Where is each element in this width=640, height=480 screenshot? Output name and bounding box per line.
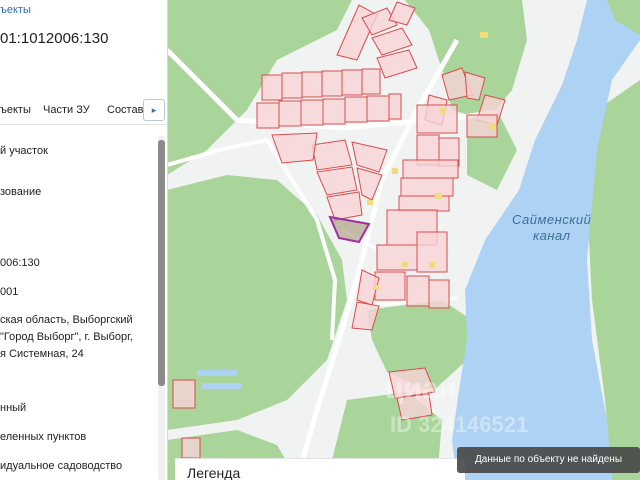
- parcel[interactable]: [376, 244, 418, 271]
- parcel[interactable]: [416, 104, 458, 134]
- field-object-kind: зование: [0, 186, 42, 198]
- parcel[interactable]: [261, 74, 283, 101]
- chevron-right-icon: ▸: [151, 105, 157, 115]
- building: [392, 168, 398, 174]
- parcel[interactable]: [374, 271, 406, 301]
- tabs-scroll-right-button[interactable]: ▸: [143, 99, 165, 121]
- notification-toast: Данные по объекту не найдены: [457, 447, 640, 473]
- parcel[interactable]: [406, 275, 430, 307]
- parcel[interactable]: [341, 69, 363, 96]
- parcel[interactable]: [311, 139, 353, 171]
- cadastral-map[interactable]: Сайменский канал циан ID 324146521: [167, 0, 640, 480]
- tab-objects[interactable]: ъекты: [0, 104, 31, 116]
- field-address: ская область, Выборгский "Город Выборг",…: [0, 312, 158, 363]
- field-object-type: й участок: [0, 145, 48, 157]
- field-cadastral-number: 006:130: [0, 257, 40, 269]
- address-line: ская область, Выборгский: [0, 314, 133, 326]
- parcel[interactable]: [344, 96, 368, 123]
- water-label-line: Сайменский: [512, 212, 592, 227]
- parcel[interactable]: [321, 70, 343, 97]
- pond: [197, 370, 237, 376]
- legend-button[interactable]: Легенда: [175, 458, 465, 480]
- parcel[interactable]: [278, 100, 302, 127]
- parcel[interactable]: [402, 159, 459, 179]
- water-label: Сайменский канал: [512, 212, 591, 244]
- address-line: я Системная, 24: [0, 348, 84, 360]
- address-line: "Город Выборг", г. Выборг,: [0, 331, 133, 343]
- parcel[interactable]: [172, 379, 196, 409]
- object-info-panel: ъекты 01:1012006:130 ъекты Части ЗУ Сост…: [0, 0, 168, 480]
- parcel[interactable]: [256, 102, 280, 129]
- legend-label: Легенда: [187, 465, 241, 480]
- building: [439, 108, 445, 113]
- parcel[interactable]: [281, 72, 303, 99]
- parcel[interactable]: [300, 99, 324, 126]
- parcel[interactable]: [181, 437, 201, 459]
- field-quarter: 001: [0, 286, 19, 298]
- watermark-logo: циан: [385, 372, 457, 405]
- parcel[interactable]: [388, 93, 402, 120]
- cadastral-number-title: 01:1012006:130: [0, 30, 109, 47]
- page: ъекты 01:1012006:130 ъекты Части ЗУ Сост…: [0, 0, 640, 480]
- parcel[interactable]: [428, 279, 450, 309]
- building: [367, 200, 373, 205]
- field-status: нный: [0, 402, 27, 414]
- field-permitted-use: идуальное садоводство: [0, 460, 123, 472]
- tab-parts[interactable]: Части ЗУ: [43, 104, 90, 116]
- building: [373, 285, 379, 290]
- watermark-id: ID 324146521: [390, 412, 529, 437]
- parcel[interactable]: [301, 71, 323, 98]
- parcel[interactable]: [366, 95, 390, 122]
- building: [429, 262, 435, 268]
- building: [489, 123, 495, 129]
- parcel[interactable]: [322, 98, 346, 125]
- building: [480, 32, 488, 38]
- pond: [202, 383, 242, 389]
- tab-composition[interactable]: Состав: [107, 104, 143, 116]
- building: [402, 262, 408, 267]
- panel-tabs: ъекты Части ЗУ Состав ▸: [0, 98, 167, 125]
- building: [435, 193, 442, 199]
- parcel[interactable]: [400, 177, 454, 197]
- water-label-line: канал: [532, 228, 571, 243]
- parcel-group: [256, 68, 402, 129]
- panel-scrollbar-thumb[interactable]: [158, 140, 165, 386]
- breadcrumb-link[interactable]: ъекты: [0, 4, 31, 16]
- parcel[interactable]: [361, 68, 381, 95]
- field-land-category: еленных пунктов: [0, 431, 87, 443]
